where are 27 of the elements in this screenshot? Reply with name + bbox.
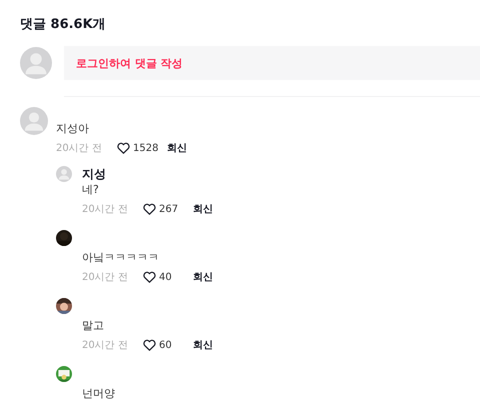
- username[interactable]: 지성: [82, 166, 106, 182]
- comment-text: 지성아: [56, 121, 90, 136]
- like-count: 40: [159, 272, 172, 282]
- reply-button[interactable]: 회신: [193, 270, 213, 284]
- comments-heading: 댓글 86.6K개: [20, 16, 107, 34]
- reply-button[interactable]: 회신: [167, 141, 187, 155]
- comment-text: 아닠ㅋㅋㅋㅋㅋ: [82, 250, 160, 265]
- avatar-icon: [20, 47, 52, 79]
- heart-icon[interactable]: [117, 142, 130, 154]
- like-count: 1528: [133, 142, 158, 154]
- reply-button[interactable]: 회신: [193, 202, 213, 216]
- comment-text: 말고: [82, 318, 105, 333]
- heart-icon[interactable]: [143, 339, 156, 351]
- timestamp: 20시간 전: [82, 203, 129, 216]
- heart-icon[interactable]: [143, 271, 156, 283]
- like-count: 267: [159, 204, 178, 214]
- avatar-icon: [20, 107, 48, 135]
- timestamp: 20시간 전: [82, 339, 129, 352]
- reply-button[interactable]: 회신: [193, 338, 213, 352]
- comment-input-field[interactable]: 로그인하여 댓글 작성: [64, 46, 480, 80]
- comment-text: 네?: [82, 182, 100, 197]
- avatar-icon: [56, 166, 72, 182]
- heart-icon[interactable]: [143, 203, 156, 215]
- like-count: 60: [159, 340, 172, 350]
- timestamp: 20시간 전: [56, 142, 103, 155]
- comment-text: 넌머양: [82, 386, 116, 400]
- timestamp: 20시간 전: [82, 271, 129, 284]
